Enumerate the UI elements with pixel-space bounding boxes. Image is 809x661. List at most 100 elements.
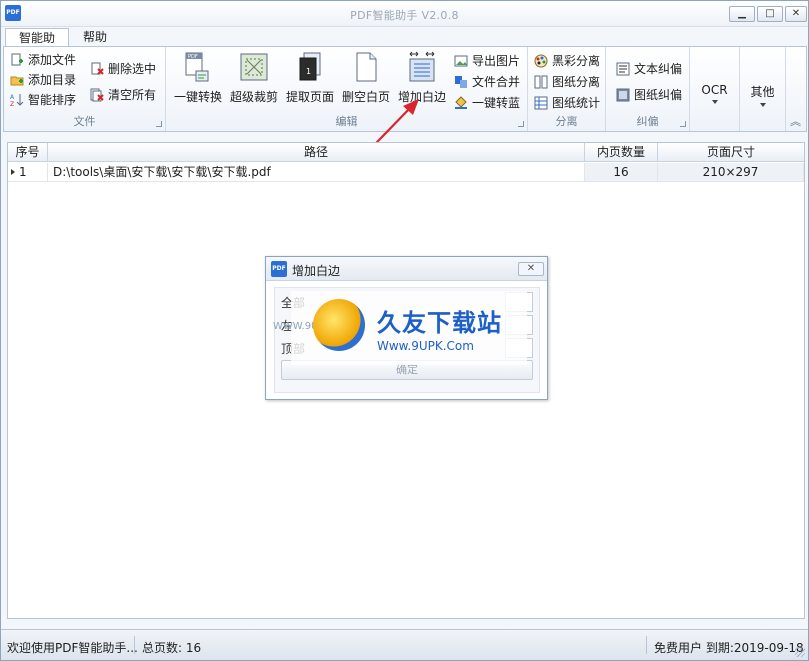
row-size-cell: 210×297 xyxy=(658,163,804,182)
title-bar: PDF PDF智能助手 V2.0.8 ▁ □ ✕ xyxy=(1,1,808,27)
one-click-convert-button[interactable]: PDF 一键转换 xyxy=(170,51,226,107)
crop-icon xyxy=(240,53,268,81)
row-index: 1 xyxy=(19,165,27,179)
tab-smart-assistant[interactable]: 智能助手 xyxy=(5,28,69,63)
column-header-path[interactable]: 路径 xyxy=(48,143,585,162)
dialog-close-button[interactable]: ✕ xyxy=(518,262,544,276)
add-margin-icon xyxy=(409,51,435,82)
watermark-title: 久友下载站 xyxy=(377,309,502,337)
drawing-split-icon xyxy=(534,75,548,89)
color-separate-label: 黑彩分离 xyxy=(552,54,601,68)
tab-help[interactable]: 帮助 xyxy=(75,28,115,47)
merge-icon xyxy=(455,76,467,88)
row-pages-cell: 16 xyxy=(585,163,658,182)
paint-bucket-icon xyxy=(455,96,467,109)
table-row[interactable]: 1 D:\tools\桌面\安下载\安下载\安下载.pdf 16 210×297 xyxy=(8,163,804,182)
merge-files-button[interactable]: 文件合并 xyxy=(454,73,520,91)
clear-all-button[interactable]: 清空所有 xyxy=(90,86,156,104)
ribbon-group-separate: 黑彩分离 图纸分离 图纸统计 分离 xyxy=(528,47,606,131)
ocr-dropdown[interactable]: OCR xyxy=(690,83,739,104)
chevron-down-icon xyxy=(759,103,766,107)
watermark-logo-icon xyxy=(313,299,365,351)
text-deskew-button[interactable]: 文本纠偏 xyxy=(616,60,682,78)
svg-text:PDF: PDF xyxy=(188,54,198,60)
smart-sort-label: 智能排序 xyxy=(28,93,77,107)
extract-page-icon: 1 xyxy=(299,52,321,81)
export-image-label: 导出图片 xyxy=(472,54,521,68)
one-click-convert-label: 一键转换 xyxy=(173,90,222,104)
status-divider xyxy=(134,636,135,654)
row-index-cell: 1 xyxy=(8,163,48,182)
drawing-stats-button[interactable]: 图纸统计 xyxy=(534,94,600,112)
add-file-icon xyxy=(11,53,23,66)
row-pointer-icon xyxy=(11,169,15,175)
app-window: PDF PDF智能助手 V2.0.8 ▁ □ ✕ 智能助手 帮助 添加文件 添加… xyxy=(0,0,809,661)
group-label-correct: 纠偏 xyxy=(636,115,659,128)
ribbon-group-file: 添加文件 添加目录 A Z 智能排序 删除选中 清空所有 文件 xyxy=(4,47,166,131)
add-file-button[interactable]: 添加文件 xyxy=(10,51,76,69)
drawing-deskew-icon xyxy=(616,88,630,102)
palette-icon xyxy=(534,54,548,68)
svg-text:Z: Z xyxy=(10,101,14,107)
dialog-title-bar: PDF 增加白边 ✕ xyxy=(266,257,547,281)
ribbon-group-ocr: OCR xyxy=(690,47,740,131)
convert-icon: PDF xyxy=(185,52,209,82)
other-dropdown[interactable]: 其他 xyxy=(740,83,785,107)
column-header-size[interactable]: 页面尺寸 xyxy=(658,143,804,162)
window-title: PDF智能助手 V2.0.8 xyxy=(350,9,459,22)
row-path-cell: D:\tools\桌面\安下载\安下载\安下载.pdf xyxy=(48,163,585,182)
delete-file-icon xyxy=(91,62,104,75)
minimize-button[interactable]: ▁ xyxy=(729,6,755,22)
add-file-label: 添加文件 xyxy=(28,53,77,67)
other-label: 其他 xyxy=(750,85,775,99)
text-deskew-icon xyxy=(616,62,630,76)
svg-text:A: A xyxy=(10,94,15,101)
one-click-blue-label: 一键转蓝 xyxy=(472,96,521,110)
folder-icon xyxy=(10,76,24,86)
add-folder-label: 添加目录 xyxy=(28,73,77,87)
edit-group-launcher[interactable] xyxy=(518,121,524,127)
svg-text:1: 1 xyxy=(306,67,311,76)
watermark-subtitle: Www.9UPK.Com xyxy=(377,339,474,353)
drawing-stats-label: 图纸统计 xyxy=(552,96,601,110)
smart-sort-button[interactable]: A Z 智能排序 xyxy=(10,91,76,109)
column-header-index[interactable]: 序号 xyxy=(8,143,48,162)
merge-files-label: 文件合并 xyxy=(472,75,521,89)
drawing-separate-button[interactable]: 图纸分离 xyxy=(534,73,600,91)
resize-grip[interactable] xyxy=(795,647,805,657)
delete-selected-button[interactable]: 删除选中 xyxy=(90,60,156,78)
drawing-deskew-label: 图纸纠偏 xyxy=(634,88,683,102)
table-header: 序号 路径 内页数量 页面尺寸 xyxy=(8,143,804,162)
extract-page-button[interactable]: 1 提取页面 xyxy=(282,51,338,107)
ribbon-group-other: 其他 xyxy=(740,47,786,131)
export-image-button[interactable]: 导出图片 xyxy=(454,52,520,70)
super-crop-button[interactable]: 超级裁剪 xyxy=(226,51,282,107)
clear-all-icon xyxy=(90,88,104,102)
image-icon xyxy=(454,55,468,67)
ocr-label: OCR xyxy=(701,83,728,97)
text-deskew-label: 文本纠偏 xyxy=(634,62,683,76)
clear-all-label: 清空所有 xyxy=(108,88,157,102)
collapse-ribbon-icon[interactable]: ︽ xyxy=(790,113,801,129)
drawing-deskew-button[interactable]: 图纸纠偏 xyxy=(616,86,682,104)
maximize-button[interactable]: □ xyxy=(757,6,783,22)
super-crop-label: 超级裁剪 xyxy=(229,90,278,104)
delete-selected-label: 删除选中 xyxy=(108,62,157,76)
status-user-expiry: 免费用户 到期:2019-09-18 xyxy=(654,641,804,655)
color-separate-button[interactable]: 黑彩分离 xyxy=(534,52,600,70)
dialog-title: 增加白边 xyxy=(292,264,341,278)
pdf-app-icon: PDF xyxy=(271,261,287,277)
add-folder-button[interactable]: 添加目录 xyxy=(10,71,76,89)
group-label-separate: 分离 xyxy=(555,115,578,128)
close-button[interactable]: ✕ xyxy=(785,6,807,22)
blank-page-icon xyxy=(356,52,377,82)
file-group-launcher[interactable] xyxy=(156,121,162,127)
column-header-pages[interactable]: 内页数量 xyxy=(585,143,658,162)
ribbon-group-correct: 文本纠偏 图纸纠偏 纠偏 xyxy=(606,47,690,131)
correct-group-launcher[interactable] xyxy=(680,121,686,127)
status-total-pages: 总页数: 16 xyxy=(142,641,202,655)
status-bar: 欢迎使用PDF智能助手... 总页数: 16 免费用户 到期:2019-09-1… xyxy=(1,629,808,660)
chevron-down-icon xyxy=(711,100,718,104)
one-click-blue-button[interactable]: 一键转蓝 xyxy=(454,94,520,112)
status-divider xyxy=(646,636,647,654)
